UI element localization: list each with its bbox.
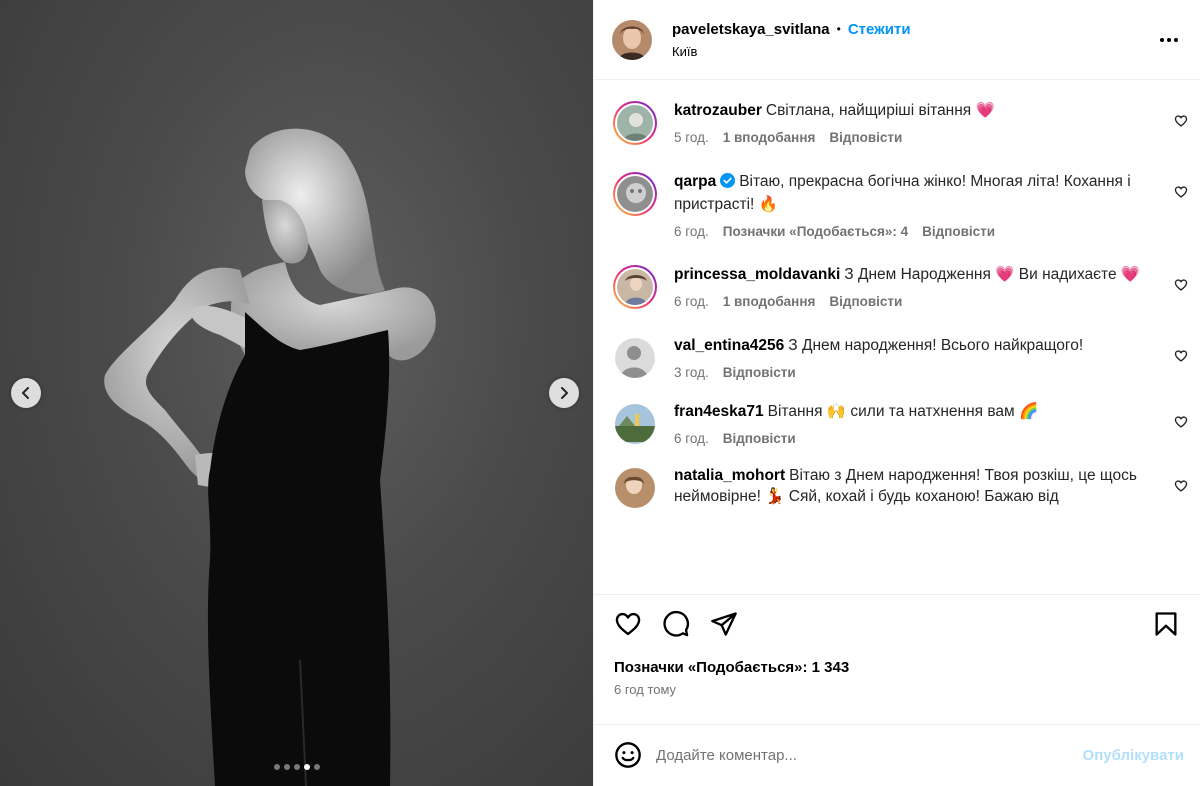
post-location[interactable]: Київ: [672, 44, 911, 59]
comment-username[interactable]: fran4eska71: [674, 403, 764, 420]
heart-icon: [1174, 350, 1188, 362]
comment-item: val_entina4256 З Днем народження! Всього …: [594, 335, 1200, 381]
comment-meta: 3 год. Відповісти: [674, 365, 1144, 380]
author-avatar[interactable]: [612, 19, 652, 60]
comment-like-button[interactable]: [1174, 415, 1188, 434]
comment-item: katrozauber Світлана, найщиріші вітання 💗…: [594, 100, 1200, 146]
reply-button[interactable]: Відповісти: [723, 431, 796, 446]
chevron-right-icon: [561, 387, 568, 399]
comment-text: Світлана, найщиріші вітання 💗: [765, 102, 995, 120]
comment-button[interactable]: [656, 604, 696, 644]
comment-username[interactable]: princessa_moldavanki: [674, 266, 840, 283]
comment-item: natalia_mohort Вітаю з Днем народження! Т…: [594, 465, 1200, 511]
comment-text: З Днем Народження 💗 Ви надихаєте 💗: [844, 266, 1141, 284]
carousel-dot: [303, 764, 310, 770]
comment-text: З Днем народження! Всього найкращого!: [788, 337, 1084, 355]
comment-time: 3 год.: [674, 365, 709, 381]
add-comment-bar: Опублікувати: [594, 723, 1200, 786]
comment-like-button[interactable]: [1174, 114, 1188, 133]
next-photo-button[interactable]: [549, 378, 579, 408]
comment-time: 6 год.: [674, 224, 709, 240]
heart-icon: [1174, 186, 1188, 198]
header-separator: •: [836, 22, 841, 36]
comment-item: qarpa Вітаю, прекрасна богічна жінко! Мно…: [594, 171, 1200, 239]
previous-photo-button[interactable]: [11, 378, 41, 408]
comment-avatar[interactable]: [612, 401, 658, 447]
heart-icon: [1174, 115, 1188, 127]
comment-username[interactable]: katrozauber: [674, 102, 762, 119]
more-options-icon[interactable]: [1156, 30, 1182, 50]
comment-likes[interactable]: 1 вподобання: [723, 294, 816, 309]
carousel-dot: [293, 764, 300, 770]
like-button[interactable]: [608, 604, 648, 644]
comment-like-button[interactable]: [1174, 349, 1188, 368]
comment-avatar[interactable]: [612, 100, 658, 146]
share-icon: [711, 612, 737, 636]
comment-icon: [663, 611, 689, 637]
reply-button[interactable]: Відповісти: [723, 365, 796, 380]
comment-meta: 6 год. Відповісти: [674, 431, 1144, 446]
emoji-button[interactable]: [608, 735, 648, 775]
emoji-icon: [615, 742, 641, 769]
comment-likes[interactable]: Позначки «Подобається»: 4: [723, 224, 908, 239]
publish-button[interactable]: Опублікувати: [1083, 747, 1186, 764]
post-actions: [594, 595, 1200, 654]
comment-like-button[interactable]: [1174, 278, 1188, 297]
comment-avatar[interactable]: [612, 465, 658, 511]
comment-time: 5 год.: [674, 130, 709, 146]
bookmark-icon: [1155, 612, 1177, 636]
verified-badge-icon: [720, 173, 736, 194]
comment-time: 6 год.: [674, 431, 709, 447]
heart-icon: [1174, 416, 1188, 428]
share-button[interactable]: [704, 604, 744, 644]
comment-item: fran4eska71 Вітання 🙌 сили та натхнення в…: [594, 401, 1200, 447]
comment-text-block: fran4eska71 Вітання 🙌 сили та натхнення в…: [674, 401, 1144, 422]
comment-meta: 6 год. Позначки «Подобається»: 4 Відповіст…: [674, 224, 1144, 239]
carousel-dot: [313, 764, 320, 770]
carousel-dot: [283, 764, 290, 770]
heart-icon: [615, 613, 641, 636]
comment-like-button[interactable]: [1174, 479, 1188, 498]
post-photo: [104, 128, 436, 786]
reply-button[interactable]: Відповісти: [829, 130, 902, 145]
heart-icon: [1174, 480, 1188, 492]
post-side-panel: paveletskaya_svitlana • Стежити Київ kat…: [593, 0, 1200, 786]
comment-time: 6 год.: [674, 294, 709, 310]
comment-username[interactable]: natalia_mohort: [674, 467, 785, 484]
comment-username[interactable]: val_entina4256: [674, 337, 784, 354]
comment-input[interactable]: [656, 746, 1083, 764]
carousel-dot: [273, 764, 280, 770]
post-time[interactable]: 6 год тому: [594, 682, 1200, 697]
comment-item: princessa_moldavanki З Днем Народження 💗 …: [594, 264, 1200, 310]
comment-likes[interactable]: 1 вподобання: [723, 130, 816, 145]
comment-text-block: katrozauber Світлана, найщиріші вітання 💗: [674, 100, 1144, 121]
comment-avatar[interactable]: [612, 264, 658, 310]
comment-text-block: princessa_moldavanki З Днем Народження 💗 …: [674, 264, 1144, 285]
heart-icon: [1174, 279, 1188, 291]
author-username[interactable]: paveletskaya_svitlana: [672, 21, 830, 38]
comments-list[interactable]: katrozauber Світлана, найщиріші вітання 💗…: [594, 80, 1200, 596]
comment-like-button[interactable]: [1174, 185, 1188, 204]
reply-button[interactable]: Відповісти: [829, 294, 902, 309]
comment-text-block: val_entina4256 З Днем народження! Всього …: [674, 335, 1144, 356]
comment-username[interactable]: qarpa: [674, 173, 716, 190]
chevron-left-icon: [22, 387, 29, 399]
follow-button[interactable]: Стежити: [848, 21, 911, 38]
comment-meta: 5 год. 1 вподобання Відповісти: [674, 130, 1144, 145]
post-header: paveletskaya_svitlana • Стежити Київ: [594, 0, 1200, 81]
comment-avatar[interactable]: [612, 335, 658, 381]
reply-button[interactable]: Відповісти: [922, 224, 995, 239]
comment-avatar[interactable]: [612, 171, 658, 217]
carousel-indicator: [0, 764, 593, 770]
comment-meta: 6 год. 1 вподобання Відповісти: [674, 294, 1144, 309]
comment-text: Вітаю, прекрасна богічна жінко! Многая л…: [674, 173, 1131, 214]
comment-text-block: natalia_mohort Вітаю з Днем народження! Т…: [674, 465, 1144, 507]
likes-count[interactable]: Позначки «Подобається»: 1 343: [594, 659, 1200, 676]
save-button[interactable]: [1146, 604, 1186, 644]
post-media[interactable]: [0, 0, 593, 786]
comment-text-block: qarpa Вітаю, прекрасна богічна жінко! Мно…: [674, 171, 1144, 215]
comment-text: Вітання 🙌 сили та натхнення вам 🌈: [767, 403, 1039, 421]
